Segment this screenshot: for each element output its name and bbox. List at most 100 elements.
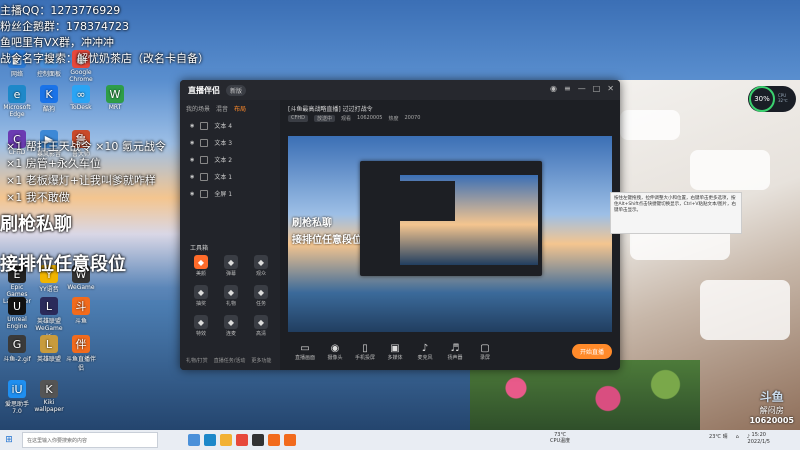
scene-item-2[interactable]: ◉ 文本 2: [180, 151, 280, 168]
preview-text-2: 接排位任意段位: [292, 235, 362, 246]
desktop-icon-2[interactable]: ● Google Chrome: [66, 50, 96, 83]
close-icon[interactable]: ✕: [607, 84, 614, 93]
tool-3[interactable]: ◆ 抽奖: [186, 285, 216, 307]
sidebar-bottom-link-1[interactable]: 直播任务/活动: [214, 357, 246, 364]
tool-8[interactable]: ◆ 高清: [246, 315, 276, 337]
tool-label: 特效: [195, 331, 206, 337]
desktop-icon-3[interactable]: e Microsoft Edge: [2, 85, 32, 118]
desktop-icon-6[interactable]: W MRT: [100, 85, 130, 111]
desktop-icon-1[interactable]: ⚙ 控制面板: [34, 50, 64, 78]
menu-icon[interactable]: ≡: [564, 84, 571, 93]
tab-2[interactable]: 布局: [234, 104, 246, 113]
tool-icon: ◆: [224, 285, 238, 299]
desktop-app-icon: Y: [40, 265, 58, 283]
tool-6[interactable]: ◆ 特效: [186, 315, 216, 337]
watermark-id: 10620005: [749, 416, 794, 425]
taskview-icon[interactable]: [188, 434, 200, 446]
desktop-icon-20[interactable]: K Kiki wallpaper: [34, 380, 64, 413]
tool-label: 抽奖: [195, 301, 206, 307]
desktop-icon-17[interactable]: L 英雄联盟: [34, 335, 64, 363]
scene-label: 文本 1: [214, 174, 233, 181]
taskbar-search-input[interactable]: 在这里输入你要搜索的内容: [22, 432, 158, 448]
clock[interactable]: 15:20 2022/1/5: [748, 432, 770, 445]
desktop-icon-label: 暴风影音: [36, 151, 61, 158]
tooltip: 按住左键拖拽，拉伸调整大小和位置，右键单击更多选项，按住Alt+Shift点击快…: [610, 192, 742, 234]
network-icon[interactable]: ⌂: [736, 434, 739, 440]
bottom-item-0[interactable]: ▭ 直播画面: [290, 343, 320, 361]
desktop-icon-label: 斗鱼-2.gif: [3, 356, 31, 363]
tab-0[interactable]: 我的场景: [186, 104, 210, 113]
tool-4[interactable]: ◆ 礼物: [216, 285, 246, 307]
desktop-icon-13[interactable]: U Unreal Engine: [2, 297, 32, 330]
bottom-item-4[interactable]: ♪ 麦克风: [410, 343, 440, 361]
desktop-icon-15[interactable]: 斗斗鱼: [66, 297, 96, 325]
chrome-icon[interactable]: [236, 434, 248, 446]
sidebar-bottom-link-0[interactable]: 礼物/打赏: [186, 357, 208, 364]
desktop-icon-8[interactable]: ▶ 暴风影音: [34, 130, 64, 158]
desktop-app-icon: K: [40, 85, 58, 103]
scene-item-4[interactable]: ◉ 全屏 1: [180, 185, 280, 202]
app-icon[interactable]: [252, 434, 264, 446]
scene-item-0[interactable]: ◉ 文本 4: [180, 117, 280, 134]
desktop-icon-7[interactable]: C CFHD: [2, 130, 32, 156]
desktop-icon-18[interactable]: 伴斗鱼直播伴侣: [66, 335, 96, 372]
desktop-icon-19[interactable]: iU 爱思助手7.0: [2, 380, 32, 415]
watermark-logo: 斗鱼: [759, 390, 784, 404]
edge-icon[interactable]: [204, 434, 216, 446]
tool-1[interactable]: ◆ 弹幕: [216, 255, 246, 277]
scene-type-icon: [200, 138, 209, 147]
eye-icon[interactable]: ◉: [190, 191, 194, 197]
eye-icon[interactable]: ◉: [190, 123, 194, 129]
desktop-icon-12[interactable]: W WeGame: [66, 265, 96, 291]
cpu-temp-widget[interactable]: 73℃ CPU温度: [550, 432, 570, 444]
desktop-app-icon: L: [40, 297, 58, 315]
eye-icon[interactable]: ◉: [190, 174, 194, 180]
tool-7[interactable]: ◆ 连麦: [216, 315, 246, 337]
douyu-icon[interactable]: [268, 434, 280, 446]
eye-icon[interactable]: ◉: [190, 140, 194, 146]
windows-start-icon[interactable]: ⊞: [0, 435, 18, 445]
desktop-icon-0[interactable]: ◧ 网络: [2, 50, 32, 78]
live-title[interactable]: [斗鱼最高战略直播] 过过打战令: [280, 100, 620, 113]
stream-preview[interactable]: 刷枪私聊 接排位任意段位: [288, 136, 612, 332]
tool-0[interactable]: ◆ 美颜: [186, 255, 216, 277]
scene-list: ◉ 文本 4 ◉ 文本 3 ◉ 文本 2 ◉ 文本 1 ◉ 全屏 1: [180, 117, 280, 202]
desktop-icon-label: Google Chrome: [69, 69, 93, 83]
weather-text[interactable]: 23℃ 晴: [709, 433, 728, 440]
avatar-icon[interactable]: ◉: [550, 84, 557, 93]
desktop-icon-5[interactable]: ∞ ToDesk: [66, 85, 96, 111]
start-live-button[interactable]: 开始直播: [571, 344, 612, 359]
tab-1[interactable]: 混音: [216, 104, 228, 113]
desktop-icon-9[interactable]: 鲁鲁大师: [66, 130, 96, 158]
scene-item-3[interactable]: ◉ 文本 1: [180, 168, 280, 185]
minimize-icon[interactable]: —: [578, 84, 586, 93]
version-badge[interactable]: 新版: [226, 84, 247, 96]
desktop-icon-label: 鲁大师: [71, 151, 90, 158]
scene-item-1[interactable]: ◉ 文本 3: [180, 134, 280, 151]
folder-icon[interactable]: [220, 434, 232, 446]
cpu-widget[interactable]: 30% CPU 32℃: [748, 86, 796, 112]
tool-icon: ◆: [194, 255, 208, 269]
bottom-item-2[interactable]: ▯ 手机投屏: [350, 343, 380, 361]
tool-icon: ◆: [254, 285, 268, 299]
sidebar-bottom-link-2[interactable]: 更多功能: [251, 357, 271, 364]
scene-type-icon: [200, 172, 209, 181]
desktop-icon-label: Unreal Engine: [6, 316, 28, 330]
bottom-item-1[interactable]: ◉ 摄像头: [320, 343, 350, 361]
tool-icon: ◆: [194, 285, 208, 299]
bottom-item-3[interactable]: ▣ 多媒体: [380, 343, 410, 361]
window-titlebar[interactable]: 直播伴侣 新版 ◉ ≡ — □ ✕: [180, 80, 620, 100]
scene-type-icon: [200, 121, 209, 130]
tool-label: 连麦: [225, 331, 236, 337]
bottom-item-6[interactable]: ▢ 录屏: [470, 343, 500, 361]
toolbox-title: 工具箱: [190, 245, 209, 252]
eye-icon[interactable]: ◉: [190, 157, 194, 163]
douyu-companion-icon[interactable]: [284, 434, 296, 446]
tool-2[interactable]: ◆ 观众: [246, 255, 276, 277]
maximize-icon[interactable]: □: [593, 84, 601, 93]
bottom-item-5[interactable]: ♬ 扬声器: [440, 343, 470, 361]
desktop-icon-11[interactable]: Y YY语音: [34, 265, 64, 293]
tool-5[interactable]: ◆ 任务: [246, 285, 276, 307]
desktop-icon-16[interactable]: G 斗鱼-2.gif: [2, 335, 32, 363]
desktop-icon-4[interactable]: K 酷狗: [34, 85, 64, 113]
